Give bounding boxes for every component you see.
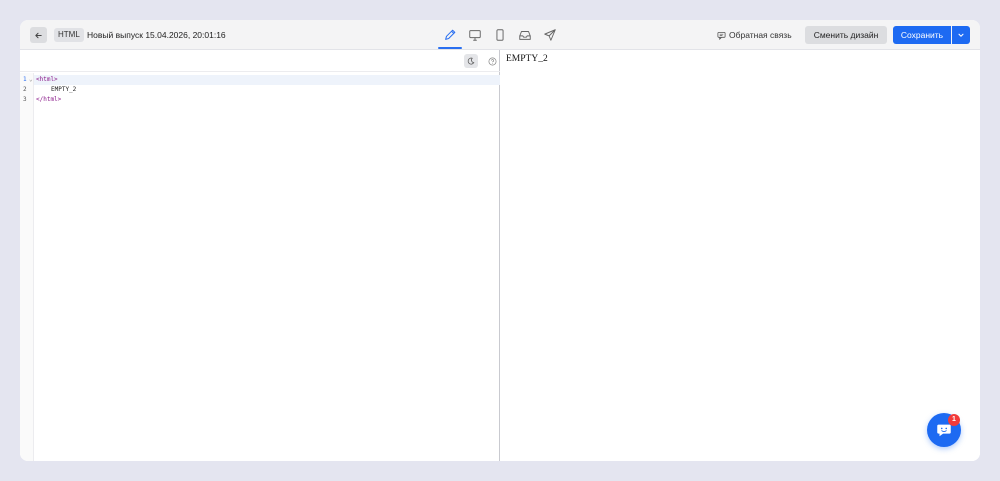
pencil-icon <box>445 29 456 40</box>
arrow-left-icon <box>35 32 42 38</box>
tab-desktop-preview[interactable] <box>467 27 483 43</box>
editor-toolbar <box>20 50 500 72</box>
format-tag: HTML <box>54 28 84 42</box>
code-line: <html> <box>36 76 58 83</box>
line-number: 1 <box>23 76 27 83</box>
change-design-button[interactable]: Сменить дизайн <box>805 26 887 44</box>
active-tab-indicator <box>438 47 462 49</box>
line-number: 3 <box>23 96 27 103</box>
feedback-link[interactable]: Обратная связь <box>717 28 792 42</box>
preview-content: EMPTY_2 <box>506 54 548 64</box>
moon-icon <box>467 57 475 65</box>
help-button[interactable] <box>485 54 499 68</box>
feedback-label: Обратная связь <box>729 30 792 40</box>
tab-send[interactable] <box>542 27 558 43</box>
code-line: </html> <box>36 96 62 103</box>
chevron-down-icon <box>958 33 964 37</box>
code-editor[interactable]: 1 ⌄ 2 3 <html> EMPTY_2 </html> <box>20 50 500 461</box>
top-toolbar: HTML Новый выпуск 15.04.2026, 20:01:16 О… <box>20 20 980 50</box>
save-button[interactable]: Сохранить <box>893 26 951 44</box>
fold-chevron-icon[interactable]: ⌄ <box>29 75 33 85</box>
message-icon <box>717 31 726 40</box>
save-options-button[interactable] <box>952 26 970 44</box>
tab-mobile-preview[interactable] <box>492 27 508 43</box>
active-line-highlight <box>20 75 500 85</box>
back-button[interactable] <box>30 27 47 43</box>
tab-edit[interactable] <box>442 27 458 43</box>
tab-inbox-preview[interactable] <box>517 27 533 43</box>
notification-badge: 1 <box>948 414 960 426</box>
dark-mode-toggle[interactable] <box>464 54 478 68</box>
send-icon <box>544 29 556 41</box>
phone-icon <box>496 29 504 41</box>
inbox-icon <box>519 31 531 40</box>
app-window: HTML Новый выпуск 15.04.2026, 20:01:16 О… <box>20 20 980 461</box>
help-icon <box>488 57 496 65</box>
line-number: 2 <box>23 86 27 93</box>
issue-title: Новый выпуск 15.04.2026, 20:01:16 <box>87 30 226 40</box>
line-number-gutter <box>20 73 34 461</box>
preview-pane: EMPTY_2 <box>501 50 980 461</box>
monitor-icon <box>469 30 481 41</box>
code-line: EMPTY_2 <box>51 86 77 93</box>
